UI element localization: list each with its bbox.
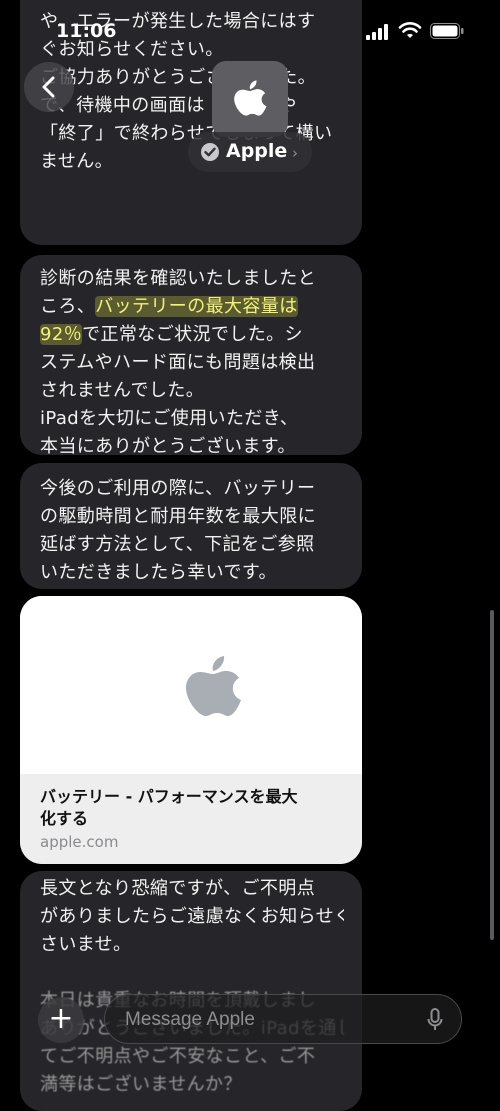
message-text: されませんでした。 [40,380,205,401]
back-button[interactable] [24,62,74,112]
message-text-line: ころ、バッテリーの最大容量は [40,293,344,321]
message-text: 診断の結果を確認いたしましたと [40,268,316,289]
message-text: がありましたらご遠慮なくお知らせくだ [40,906,344,927]
verified-badge-icon [201,143,219,161]
message-text: 満等はございませんか？ [40,1074,242,1095]
message-text: で正常なご状況でした。シ [82,324,303,345]
message-text: ころ、 [40,296,96,317]
cellular-signal-icon [366,24,388,40]
message-text: ステムやハード面にも問題は検出 [40,352,316,373]
message-input[interactable] [123,1005,407,1035]
message-text: 延ばす方法として、下記をご参照 [40,534,315,555]
status-time: 11:06 [56,20,117,42]
contact-name: Apple [226,140,288,162]
battery-icon [430,23,464,39]
message-text: iPadを大切にご使用いただき、 [40,408,299,429]
link-preview-domain: apple.com [40,833,119,851]
contact-avatar[interactable] [212,61,288,137]
link-preview-title-line: バッテリー - パフォーマンスを最大 [40,787,298,806]
highlighted-text: バッテリーの最大容量は [95,296,298,317]
message-text: の駆動時間と耐用年数を最大限に [40,506,316,527]
status-bar: 11:06 [0,0,500,54]
message-bubble[interactable]: 長文となり恐縮ですが、ご不明点 がありましたらご遠慮なくお知らせくだ さいませ。… [20,871,362,1111]
message-text: で、待機中の画面は「完了」や [40,95,297,116]
message-text: ご協力ありがとうございました。 [40,67,316,88]
message-text: 本当にありがとうございます。 [40,436,296,457]
link-preview-title: バッテリー - パフォーマンスを最大 化する [40,786,342,830]
chevron-right-icon: › [292,144,298,162]
message-text: てご不明点やご不安なこと、ご不 [40,1046,316,1067]
link-preview-card[interactable]: バッテリー - パフォーマンスを最大 化する apple.com [20,596,362,864]
wifi-icon [398,22,422,38]
highlighted-text: 92％ [40,324,83,345]
apple-logo-icon [186,656,241,716]
add-attachment-button[interactable]: + [38,997,84,1043]
plus-icon: + [48,1001,74,1036]
apple-logo-icon [234,80,267,116]
message-text: いただきましたら幸いです。 [40,562,277,583]
message-text [40,959,344,987]
message-bubble[interactable]: 今後のご利用の際に、バッテリー の駆動時間と耐用年数を最大限に 延ばす方法として… [20,463,362,589]
link-preview-image [20,596,362,774]
message-text-line: 92％で正常なご状況でした。シ [40,321,344,349]
link-preview-title-line: 化する [40,809,89,828]
message-text: さいませ。 [40,934,132,955]
message-composer[interactable] [104,994,462,1044]
contact-name-button[interactable]: Apple › [188,132,312,172]
scrollbar[interactable] [490,610,494,940]
microphone-icon[interactable] [427,1008,443,1032]
message-bubble[interactable]: 診断の結果を確認いたしましたと ころ、バッテリーの最大容量は 92％で正常なご状… [20,255,362,457]
link-preview-meta: バッテリー - パフォーマンスを最大 化する apple.com [20,774,362,864]
chevron-left-icon [42,76,55,98]
message-text: 長文となり恐縮ですが、ご不明点 [40,878,316,899]
message-text: 今後のご利用の際に、バッテリー [40,478,316,499]
